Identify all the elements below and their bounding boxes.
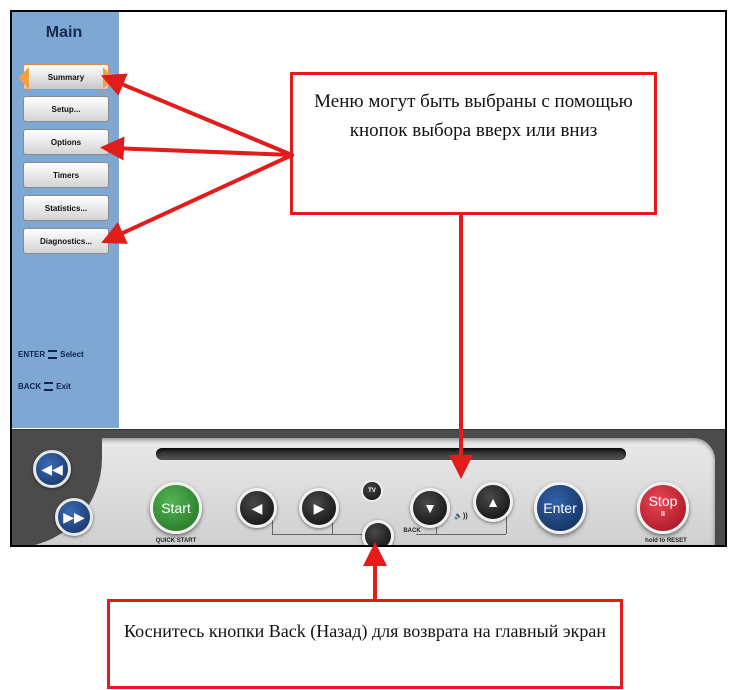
stop-label: Stop — [648, 493, 678, 509]
menu-item-options[interactable]: Options — [23, 129, 109, 155]
display-slot — [156, 448, 626, 460]
menu-item-label: Diagnostics... — [39, 236, 92, 246]
start-label: Start — [161, 500, 191, 516]
menu-item-label: Statistics... — [44, 203, 88, 213]
legend-back-action: Exit — [56, 382, 71, 391]
legend-enter: ENTER Select — [18, 350, 84, 360]
menu-item-diagnostics[interactable]: Diagnostics... — [23, 228, 109, 254]
legend-back-key: BACK — [18, 382, 42, 391]
menu-item-label: Summary — [47, 72, 85, 82]
enter-label: Enter — [543, 500, 577, 516]
tv-icon: TV — [368, 488, 376, 494]
menu-item-summary[interactable]: Summary — [18, 64, 114, 90]
back-hint-callout: Коснитесь кнопки Back (Назад) для возвра… — [107, 599, 623, 689]
menu-hint-text: Меню могут быть выбраны с помощью кнопок… — [314, 91, 633, 141]
menu-title: Main — [45, 24, 83, 41]
menu-item-timers[interactable]: Timers — [23, 162, 109, 188]
rewind-button[interactable]: ◀◀ — [33, 450, 71, 488]
down-arrow-icon: ▼ — [423, 500, 437, 516]
equals-icon — [48, 350, 58, 360]
fast-forward-button[interactable]: ▶▶ — [55, 498, 93, 536]
bracket-line — [416, 534, 506, 535]
volume-icon: 🔈)) — [454, 513, 468, 520]
left-arrow-icon: ◀ — [251, 499, 263, 516]
selection-right-arrow-icon — [103, 67, 114, 89]
enter-button[interactable]: Enter — [534, 482, 586, 534]
back-label: BACK — [403, 528, 421, 534]
quick-start-label: QUICK START — [155, 538, 197, 544]
right-arrow-icon: ▶ — [313, 499, 325, 516]
menu-item-setup[interactable]: Setup... — [23, 96, 109, 122]
legend-enter-key: ENTER — [18, 350, 46, 359]
fast-forward-icon: ▶▶ — [63, 508, 85, 525]
menu-item-statistics[interactable]: Statistics... — [23, 195, 109, 221]
pause-icon: II — [661, 511, 665, 518]
tv-button[interactable]: TV — [361, 480, 383, 502]
down-arrow-button[interactable]: ▼ — [410, 488, 450, 528]
back-button[interactable] — [362, 520, 394, 545]
back-hint-text: Коснитесь кнопки Back (Назад) для возвра… — [124, 621, 606, 641]
legend-back: BACK Exit — [18, 382, 71, 392]
selection-left-arrow-icon — [18, 67, 29, 89]
main-menu-panel: Main Summary Setup... Options Timers Sta… — [12, 12, 119, 428]
up-arrow-button[interactable]: ▲ — [473, 482, 513, 522]
right-arrow-button[interactable]: ▶ — [299, 488, 339, 528]
menu-item-label: Options — [50, 137, 82, 147]
menu-item-label: Timers — [52, 170, 80, 180]
hold-to-reset-label: hold to RESET — [645, 538, 687, 544]
left-arrow-button[interactable]: ◀ — [237, 488, 277, 528]
control-console: ◀◀ ▶▶ Start QUICK START ◀ ▶ TV BACK ▼ 🔈)… — [12, 429, 725, 545]
equals-icon — [44, 382, 54, 392]
menu-hint-callout: Меню могут быть выбраны с помощью кнопок… — [290, 72, 657, 215]
menu-item-label: Setup... — [51, 104, 81, 114]
rewind-icon: ◀◀ — [41, 460, 63, 477]
up-arrow-icon: ▲ — [486, 494, 500, 510]
stop-button[interactable]: Stop II — [637, 482, 689, 534]
start-button[interactable]: Start — [150, 482, 202, 534]
legend-enter-action: Select — [60, 350, 84, 359]
